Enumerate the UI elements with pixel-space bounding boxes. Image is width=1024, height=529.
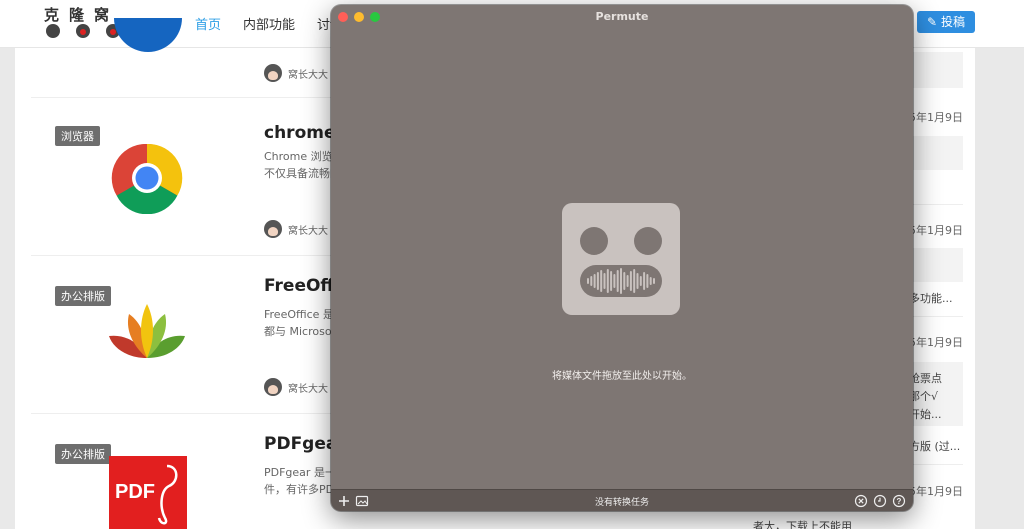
permute-window: Permute 将媒体文件拖放至此处以开始。 没有转换任务 ? xyxy=(331,5,913,511)
sidebar-comment[interactable]: 多功能... xyxy=(909,290,953,307)
sidebar-date: 5年1月9日 xyxy=(909,111,963,124)
nav-item-internal[interactable]: 内部功能 xyxy=(243,14,295,33)
logo-text: 克隆窝 xyxy=(44,6,120,24)
sidebar-divider xyxy=(907,464,963,465)
freeoffice-icon xyxy=(109,304,185,358)
sidebar-card xyxy=(907,52,963,88)
bottom-bar: 没有转换任务 ? xyxy=(331,489,913,511)
article-author[interactable]: 窝长大大 xyxy=(288,222,328,237)
svg-text:?: ? xyxy=(897,497,902,506)
bug-icon xyxy=(76,24,90,38)
post-button-label: 投稿 xyxy=(940,15,965,29)
article-meta: 窝长大大 3 xyxy=(264,378,340,396)
help-icon[interactable]: ? xyxy=(892,494,906,508)
sidebar-date: 5年1月9日 xyxy=(909,485,963,498)
nav-item-home[interactable]: 首页 xyxy=(195,14,221,33)
article-author[interactable]: 窝长大大 xyxy=(288,66,328,81)
avatar xyxy=(264,64,282,82)
site-logo[interactable]: 克隆窝 xyxy=(44,4,120,44)
article-meta: 窝长大大 3 xyxy=(264,64,340,82)
title-bar[interactable]: Permute xyxy=(331,5,913,29)
robot-icon xyxy=(562,203,680,315)
avatar xyxy=(264,378,282,396)
conversion-status: 没有转换任务 xyxy=(594,498,649,508)
clock-icon[interactable] xyxy=(873,494,887,508)
sidebar-card xyxy=(907,136,963,170)
sidebar-date: 5年1月9日 xyxy=(909,336,963,349)
drop-zone[interactable]: 将媒体文件拖放至此处以开始。 xyxy=(331,29,913,489)
sidebar-divider xyxy=(907,316,963,317)
article-author[interactable]: 窝长大大 xyxy=(288,380,328,395)
pdf-icon: PDF xyxy=(109,456,187,529)
sidebar-comment[interactable]: 方版 (过... xyxy=(909,438,960,455)
drop-hint: 将媒体文件拖放至此处以开始。 xyxy=(552,371,692,382)
window-title: Permute xyxy=(595,10,649,23)
sidebar-comment[interactable]: 者大，下载上不能用 xyxy=(753,518,852,529)
category-tag[interactable]: 浏览器 xyxy=(55,126,100,146)
sidebar-comment[interactable]: 开始... xyxy=(909,406,942,423)
sidebar-card xyxy=(907,248,963,282)
chrome-icon xyxy=(111,143,183,214)
category-tag[interactable]: 办公排版 xyxy=(55,444,111,464)
category-tag[interactable]: 办公排版 xyxy=(55,286,111,306)
app-logo-icon xyxy=(114,18,182,52)
main-nav: 首页 内部功能 讨论 xyxy=(195,14,343,33)
post-button[interactable]: ✎ 投稿 xyxy=(917,11,975,33)
svg-text:PDF: PDF xyxy=(115,481,155,503)
logo-bug-icons xyxy=(46,24,120,38)
avatar xyxy=(264,220,282,238)
bug-icon xyxy=(46,24,60,38)
edit-icon: ✎ xyxy=(927,15,938,29)
sidebar-divider xyxy=(907,204,963,205)
sidebar-date: 5年1月9日 xyxy=(909,224,963,237)
sidebar-comment[interactable]: 那个√ xyxy=(909,388,938,405)
cancel-circle-icon[interactable] xyxy=(854,494,868,508)
article-meta: 窝长大大 4 xyxy=(264,220,340,238)
sidebar-comment[interactable]: 抢票点 xyxy=(909,370,942,387)
